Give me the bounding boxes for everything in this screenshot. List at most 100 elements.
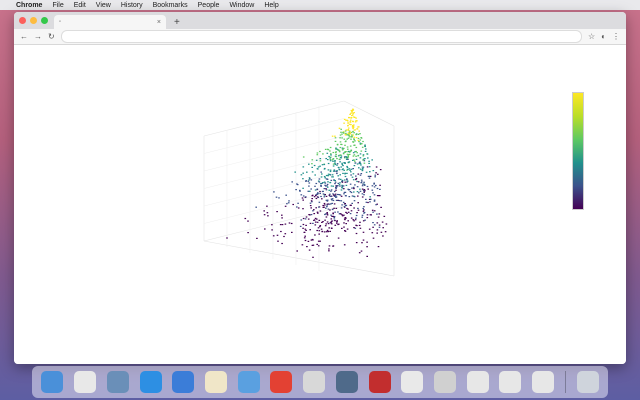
scatter-point (303, 237, 306, 239)
back-icon[interactable]: ← (20, 32, 28, 41)
scatter-point (347, 211, 350, 213)
scatter-point (352, 141, 355, 143)
dock-app-7-icon[interactable] (237, 371, 260, 393)
scatter-point (358, 192, 360, 194)
scatter-point (351, 115, 353, 117)
scatter-point (353, 129, 356, 131)
scatter-point (319, 240, 321, 242)
close-window-button[interactable] (19, 17, 26, 24)
scatter-point (325, 223, 327, 225)
reload-icon[interactable]: ↻ (48, 32, 55, 41)
scatter-point (302, 187, 304, 189)
scatter-point (302, 199, 304, 201)
dock-app-15-icon[interactable] (499, 371, 522, 393)
scatter-point (363, 194, 365, 196)
scatter-point (350, 174, 352, 176)
dock (32, 366, 608, 398)
scatter-point (363, 181, 365, 183)
scatter-point (338, 158, 341, 160)
new-tab-button[interactable]: + (174, 17, 180, 28)
scatter-point (316, 229, 318, 232)
dock-app-14-icon[interactable] (466, 371, 489, 393)
menu-window[interactable]: Window (229, 2, 254, 9)
tab-close-icon[interactable]: × (157, 19, 161, 26)
scatter-point (332, 199, 335, 202)
menu-file[interactable]: File (52, 2, 63, 9)
zoom-window-button[interactable] (41, 17, 48, 24)
scatter-point (334, 211, 336, 213)
bookmark-star-icon[interactable]: ☆ (588, 32, 595, 41)
scatter-point (308, 185, 310, 187)
scatter-point (344, 217, 347, 219)
scatter-point (335, 153, 337, 156)
dock-app-16-icon[interactable] (532, 371, 555, 393)
scatter-point (360, 137, 362, 139)
dock-preview-icon[interactable] (204, 371, 227, 393)
dock-app-13-icon[interactable] (433, 371, 456, 393)
scatter-point (338, 183, 341, 186)
dock-app-12-icon[interactable] (401, 371, 424, 393)
dock-photos-icon[interactable] (74, 371, 97, 393)
scatter-point (318, 219, 321, 221)
menu-help[interactable]: Help (264, 2, 278, 9)
scatter-point (321, 198, 323, 200)
menu-dots-icon[interactable]: ⋮ (612, 32, 620, 41)
scatter-point (331, 135, 334, 137)
scatter-point (334, 160, 336, 162)
dock-app-5-icon[interactable] (172, 371, 195, 393)
scatter-point (365, 198, 367, 200)
dock-app-3-icon[interactable] (106, 371, 129, 393)
menu-view[interactable]: View (96, 2, 111, 9)
dock-chrome-icon[interactable] (270, 371, 293, 393)
scatter-point (369, 201, 371, 203)
menu-app-name[interactable]: Chrome (16, 2, 42, 9)
scatter-point (295, 189, 297, 191)
scatter-point (361, 188, 364, 190)
scatter-point (361, 214, 364, 216)
scatter-point (324, 204, 326, 206)
dock-app-11-icon[interactable] (368, 371, 391, 393)
menu-history[interactable]: History (121, 2, 143, 9)
dock-app-10-icon[interactable] (335, 371, 358, 393)
scatter-point (338, 169, 341, 171)
dock-app-9-icon[interactable] (303, 371, 326, 393)
browser-tab[interactable]: ◦ × (54, 15, 166, 29)
scatter-point (353, 154, 356, 156)
scatter-point (326, 183, 329, 185)
scatter-point (315, 207, 317, 209)
dock-finder-icon[interactable] (41, 371, 64, 393)
scatter-point (317, 192, 319, 194)
menu-edit[interactable]: Edit (74, 2, 86, 9)
scatter-point (247, 232, 249, 234)
scatter-point (304, 218, 307, 220)
scatter-point (365, 148, 367, 150)
scatter-point (353, 138, 355, 140)
scatter-point (334, 137, 337, 139)
scatter-point (366, 185, 369, 188)
axis-line (203, 100, 345, 137)
scatter-point (355, 217, 357, 219)
scatter-point (341, 204, 343, 206)
minimize-window-button[interactable] (30, 17, 37, 24)
forward-icon[interactable]: → (34, 32, 42, 41)
scatter-point (281, 217, 283, 219)
address-bar[interactable] (60, 30, 582, 43)
scatter-point (321, 190, 324, 193)
scatter-point (342, 201, 345, 203)
dock-trash-icon[interactable] (576, 371, 599, 393)
scatter-point (354, 160, 356, 162)
scatter-point (326, 229, 329, 231)
scatter-point (341, 227, 343, 229)
3d-scatter-plot[interactable] (14, 46, 626, 364)
dock-safari-icon[interactable] (139, 371, 162, 393)
scatter-point (304, 235, 306, 237)
scatter-point (355, 146, 358, 149)
scatter-point (376, 222, 379, 224)
menu-people[interactable]: People (198, 2, 220, 9)
scatter-point (350, 204, 352, 206)
menu-bookmarks[interactable]: Bookmarks (153, 2, 188, 9)
extension-icon[interactable]: ◐ (601, 32, 606, 41)
scatter-point (330, 153, 332, 155)
scatter-point (343, 138, 346, 140)
scatter-point (376, 187, 379, 190)
